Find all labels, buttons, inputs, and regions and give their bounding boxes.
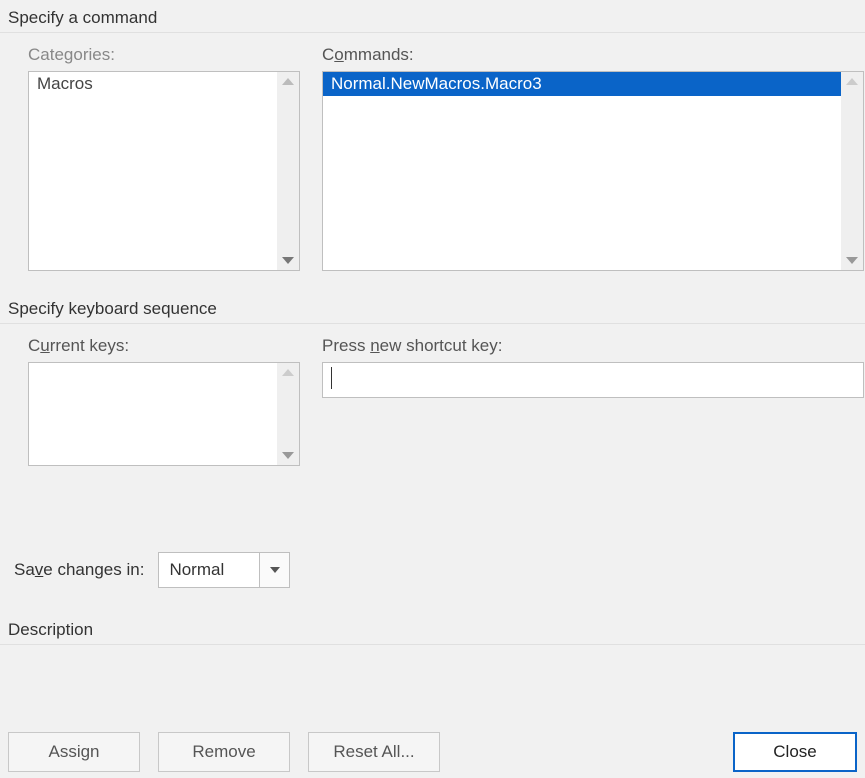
save-changes-select[interactable]: Normal [158,552,290,588]
scroll-down-icon[interactable] [282,257,294,264]
remove-button[interactable]: Remove [158,732,290,772]
scroll-up-icon[interactable] [282,369,294,376]
scroll-down-icon[interactable] [846,257,858,264]
scrollbar[interactable] [841,72,863,270]
divider [0,32,865,33]
commands-listbox[interactable]: Normal.NewMacros.Macro3 [322,71,864,271]
current-keys-label: Current keys: [28,336,300,356]
scrollbar[interactable] [277,72,299,270]
categories-label: Categories: [28,45,300,65]
divider [0,644,865,645]
new-shortcut-label: Press new shortcut key: [322,336,864,356]
save-changes-label: Save changes in: [14,560,144,580]
select-dropdown-button[interactable] [259,553,289,587]
chevron-down-icon [270,567,280,573]
scroll-down-icon[interactable] [282,452,294,459]
current-keys-listbox[interactable] [28,362,300,466]
new-shortcut-input[interactable] [322,362,864,398]
divider [0,323,865,324]
scroll-up-icon[interactable] [846,78,858,85]
commands-label: Commands: [322,45,864,65]
assign-button[interactable]: Assign [8,732,140,772]
text-caret [331,367,332,389]
scrollbar[interactable] [277,363,299,465]
categories-listbox[interactable]: Macros [28,71,300,271]
list-item[interactable]: Normal.NewMacros.Macro3 [323,72,863,96]
close-button[interactable]: Close [733,732,857,772]
section-specify-command: Specify a command [0,0,865,32]
scroll-up-icon[interactable] [282,78,294,85]
reset-all-button[interactable]: Reset All... [308,732,440,772]
list-item[interactable]: Macros [29,72,299,96]
section-specify-sequence: Specify keyboard sequence [0,291,865,323]
select-value: Normal [159,553,259,587]
section-description: Description [0,612,865,644]
